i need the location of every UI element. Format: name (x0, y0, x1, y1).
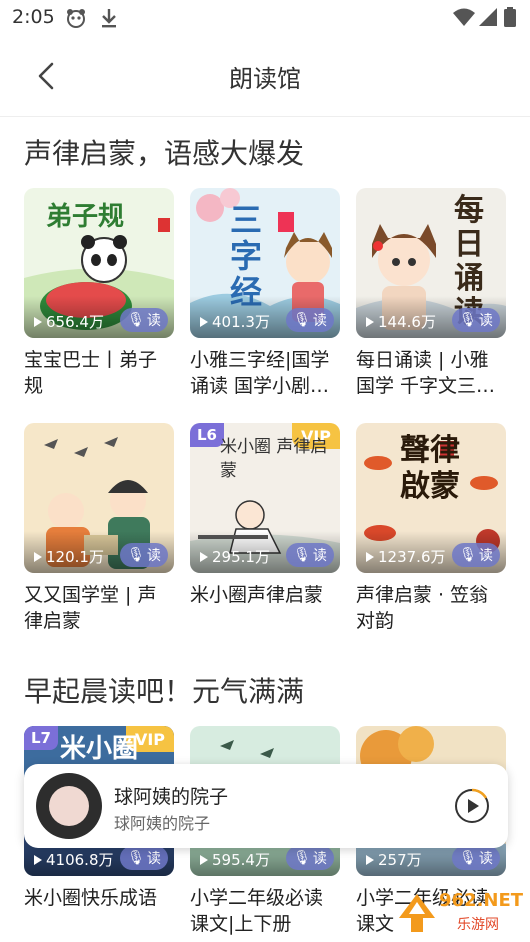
play-count-icon (34, 551, 42, 562)
play-button[interactable] (454, 788, 490, 824)
play-count: 1237.6万 (366, 546, 446, 567)
read-button[interactable]: 🎙 读 (286, 543, 334, 567)
play-count: 120.1万 (34, 546, 104, 567)
card-title[interactable]: 又又国学堂 | 声律启蒙 (24, 582, 174, 634)
microphone-icon: 🎙 (459, 850, 477, 866)
play-count-icon (200, 551, 208, 562)
play-count-icon (200, 854, 208, 865)
play-count-icon (366, 854, 374, 865)
section-title-2: 早起晨读吧！元气满满 (24, 675, 305, 708)
watermark-subtext: 乐游网 (457, 917, 499, 933)
level-badge: L7 (24, 726, 58, 750)
read-button[interactable]: 🎙 读 (286, 308, 334, 332)
microphone-icon: 🎙 (127, 312, 145, 328)
cover-text: 米小圈 声律启蒙 (220, 437, 328, 481)
play-count-icon (34, 854, 42, 865)
cover-text: 三字经 (230, 201, 263, 311)
mini-player[interactable]: 球阿姨的院子 球阿姨的院子 (24, 764, 508, 848)
download-icon (100, 7, 118, 33)
play-icon (455, 788, 489, 823)
battery-icon (504, 7, 516, 31)
microphone-icon: 🎙 (459, 312, 477, 328)
play-count-icon (34, 316, 42, 327)
play-count: 257万 (366, 849, 422, 870)
content-card[interactable]: 聲律啟蒙 1237.6万 🎙 读 声律启蒙 · 笠翁对韵 (356, 423, 506, 634)
card-cover[interactable]: 三字经 401.3万 🎙 读 (190, 188, 340, 338)
content-card[interactable]: 三字经 401.3万 🎙 读 小雅三字经|国学诵读 国学小剧… (190, 188, 340, 399)
content-card[interactable]: 每日诵读 144.6万 🎙读 每日诵读 | 小雅国学 千字文三… (356, 188, 506, 399)
card-title[interactable]: 宝宝巴士丨弟子规 (24, 347, 174, 399)
watermark-logo: 962.NET 乐游网 (395, 888, 525, 936)
section-title-1: 声律启蒙，语感大爆发 (24, 137, 305, 170)
status-bar: 2:05 (0, 0, 530, 36)
cover-text: 聲律啟蒙 (400, 433, 460, 504)
microphone-icon: 🎙 (127, 547, 145, 563)
card-cover[interactable]: 弟子规 656.4万 🎙 读 (24, 188, 174, 338)
card-title[interactable]: 声律启蒙 · 笠翁对韵 (356, 582, 506, 634)
read-button[interactable]: 🎙 读 (286, 846, 334, 870)
card-cover[interactable]: L6 VIP 米小圈 声律启蒙 295.1万 🎙 读 (190, 423, 340, 573)
microphone-icon: 🎙 (293, 312, 311, 328)
level-badge: L6 (190, 423, 224, 447)
play-count-icon (366, 316, 374, 327)
card-cover[interactable]: 聲律啟蒙 1237.6万 🎙 读 (356, 423, 506, 573)
wifi-icon (452, 7, 476, 31)
card-title[interactable]: 每日诵读 | 小雅国学 千字文三… (356, 347, 506, 399)
play-count-icon (366, 551, 374, 562)
cover-text: 弟子规 (46, 202, 125, 232)
microphone-icon: 🎙 (293, 547, 311, 563)
play-count: 401.3万 (200, 311, 270, 332)
card-title[interactable]: 小雅三字经|国学诵读 国学小剧… (190, 347, 340, 399)
card-title[interactable]: 米小圈快乐成语 (24, 885, 174, 911)
card-cover[interactable]: 每日诵读 144.6万 🎙读 (356, 188, 506, 338)
microphone-icon: 🎙 (293, 850, 311, 866)
status-time: 2:05 (12, 6, 55, 28)
microphone-icon: 🎙 (127, 850, 145, 866)
read-button[interactable]: 🎙 读 (120, 543, 168, 567)
play-count: 656.4万 (34, 311, 104, 332)
play-count-icon (200, 316, 208, 327)
signal-icon (478, 7, 498, 31)
read-button[interactable]: 🎙 读 (120, 846, 168, 870)
player-cover[interactable] (36, 773, 102, 839)
card-title[interactable]: 米小圈声律启蒙 (190, 582, 340, 608)
play-count: 4106.8万 (34, 849, 114, 870)
play-count: 595.4万 (200, 849, 270, 870)
read-button[interactable]: 🎙 读 (120, 308, 168, 332)
content-card[interactable]: L6 VIP 米小圈 声律启蒙 295.1万 🎙 读 米小圈声律启蒙 (190, 423, 340, 608)
play-count: 295.1万 (200, 546, 270, 567)
player-subtitle: 球阿姨的院子 (114, 814, 211, 833)
page-title: 朗读馆 (229, 65, 301, 93)
read-button[interactable]: 🎙 读 (452, 846, 500, 870)
content-card[interactable]: 120.1万 🎙 读 又又国学堂 | 声律启蒙 (24, 423, 174, 634)
read-button[interactable]: 🎙 读 (452, 308, 500, 332)
content-card[interactable]: 弟子规 656.4万 🎙 读 宝宝巴士丨弟子规 (24, 188, 174, 399)
read-button[interactable]: 🎙 读 (452, 543, 500, 567)
watermark-text: 962.NET (439, 890, 524, 911)
microphone-icon: 🎙 (459, 547, 477, 563)
play-count: 144.6万 (366, 311, 436, 332)
player-title[interactable]: 球阿姨的院子 (114, 782, 228, 809)
card-cover[interactable]: 120.1万 🎙 读 (24, 423, 174, 573)
top-app-bar: 朗读馆 (0, 36, 530, 117)
cover-text: 米小圈 (60, 734, 139, 764)
card-title[interactable]: 小学二年级必读课文|上下册 (190, 885, 340, 937)
panda-notification-icon (64, 7, 88, 33)
